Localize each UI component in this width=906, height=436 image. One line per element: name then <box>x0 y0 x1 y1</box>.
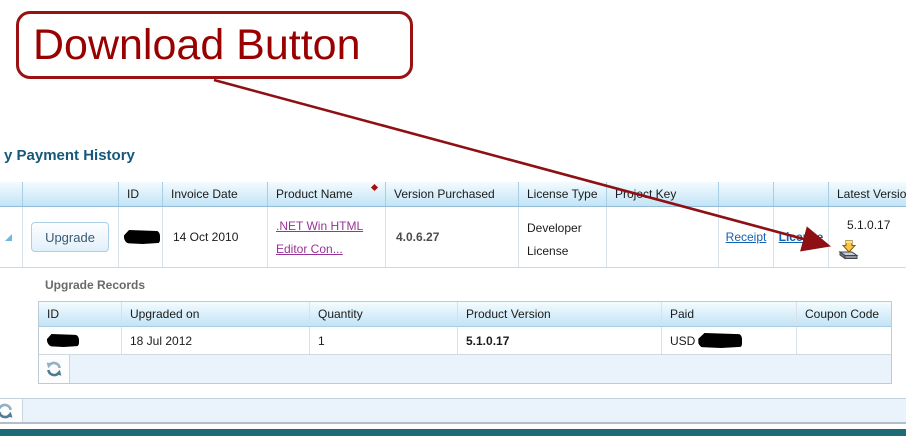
main-footer-spacer <box>23 399 906 422</box>
license-link[interactable]: License <box>779 230 824 244</box>
header-latest-version[interactable]: Latest Version <box>828 182 906 206</box>
payment-table-header: ID Invoice Date Product Name Version Pur… <box>0 182 906 207</box>
row-expand-triangle-icon <box>4 233 13 242</box>
header-id[interactable]: ID <box>118 182 162 206</box>
annotation-label: Download Button <box>19 21 361 70</box>
id-cell <box>118 207 162 267</box>
latest-version-cell: 5.1.0.17 <box>828 207 906 267</box>
redacted-id <box>47 334 79 347</box>
license-type-text: Developer License <box>519 207 597 263</box>
license-cell: License <box>773 207 828 267</box>
ur-quantity-cell: 1 <box>309 327 457 354</box>
header-action-col <box>22 182 118 206</box>
header-expand-col <box>0 182 22 206</box>
license-type-cell: Developer License <box>518 207 606 267</box>
upgrade-button[interactable]: Upgrade <box>31 222 109 252</box>
ur-product-version-cell: 5.1.0.17 <box>457 327 661 354</box>
bottom-teal-bar <box>0 429 906 436</box>
refresh-icon <box>45 360 63 378</box>
main-refresh-cell[interactable] <box>0 399 23 422</box>
receipt-cell: Receipt <box>718 207 773 267</box>
download-button-icon[interactable] <box>837 239 860 260</box>
header-version-purchased[interactable]: Version Purchased <box>385 182 518 206</box>
refresh-icon <box>0 402 14 420</box>
upgrade-records-row: 18 Jul 2012 1 5.1.0.17 USD <box>39 327 891 355</box>
ur-coupon-code-cell <box>796 327 891 354</box>
ur-header-quantity[interactable]: Quantity <box>309 302 457 326</box>
payment-table-footer <box>0 398 906 424</box>
upgrade-records-table: ID Upgraded on Quantity Product Version … <box>38 301 892 384</box>
version-purchased-cell: 4.0.6.27 <box>385 207 518 267</box>
redacted-amount <box>698 333 742 348</box>
ur-refresh-cell[interactable] <box>39 355 70 383</box>
payment-history-page: y Payment History ID Invoice Date Produc… <box>0 0 906 436</box>
upgrade-cell: Upgrade <box>22 207 118 267</box>
product-name-cell: .NET Win HTML Editor Con... <box>267 207 385 267</box>
product-name-link[interactable]: .NET Win HTML Editor Con... <box>268 207 380 261</box>
header-license-col <box>773 182 828 206</box>
ur-header-paid[interactable]: Paid <box>661 302 796 326</box>
ur-upgraded-on-cell: 18 Jul 2012 <box>121 327 309 354</box>
payment-history-table: ID Invoice Date Product Name Version Pur… <box>0 182 906 268</box>
ur-paid-cell: USD <box>661 327 796 354</box>
header-product-name[interactable]: Product Name <box>267 182 385 206</box>
sort-indicator-icon <box>371 184 378 191</box>
receipt-link[interactable]: Receipt <box>726 230 767 244</box>
payment-table-row: Upgrade 14 Oct 2010 .NET Win HTML Editor… <box>0 207 906 268</box>
ur-header-upgraded-on[interactable]: Upgraded on <box>121 302 309 326</box>
ur-header-coupon-code[interactable]: Coupon Code <box>796 302 891 326</box>
header-invoice-date[interactable]: Invoice Date <box>162 182 267 206</box>
project-key-cell <box>606 207 718 267</box>
ur-id-cell <box>39 327 121 354</box>
ur-header-product-version[interactable]: Product Version <box>457 302 661 326</box>
header-project-key[interactable]: Project Key <box>606 182 718 206</box>
upgrade-records-heading: Upgrade Records <box>45 278 145 292</box>
invoice-date-cell: 14 Oct 2010 <box>162 207 267 267</box>
upgrade-records-header: ID Upgraded on Quantity Product Version … <box>39 302 891 327</box>
redacted-id <box>124 230 160 244</box>
row-expand-cell[interactable] <box>0 207 22 267</box>
header-product-name-label: Product Name <box>276 187 353 201</box>
latest-version-text: 5.1.0.17 <box>847 218 906 232</box>
header-license-type[interactable]: License Type <box>518 182 606 206</box>
annotation-box: Download Button <box>16 11 413 79</box>
page-title: y Payment History <box>4 147 135 164</box>
ur-header-id[interactable]: ID <box>39 302 121 326</box>
header-receipt-col <box>718 182 773 206</box>
paid-currency-text: USD <box>670 334 695 348</box>
upgrade-records-footer <box>39 355 891 383</box>
ur-footer-spacer <box>70 355 891 383</box>
